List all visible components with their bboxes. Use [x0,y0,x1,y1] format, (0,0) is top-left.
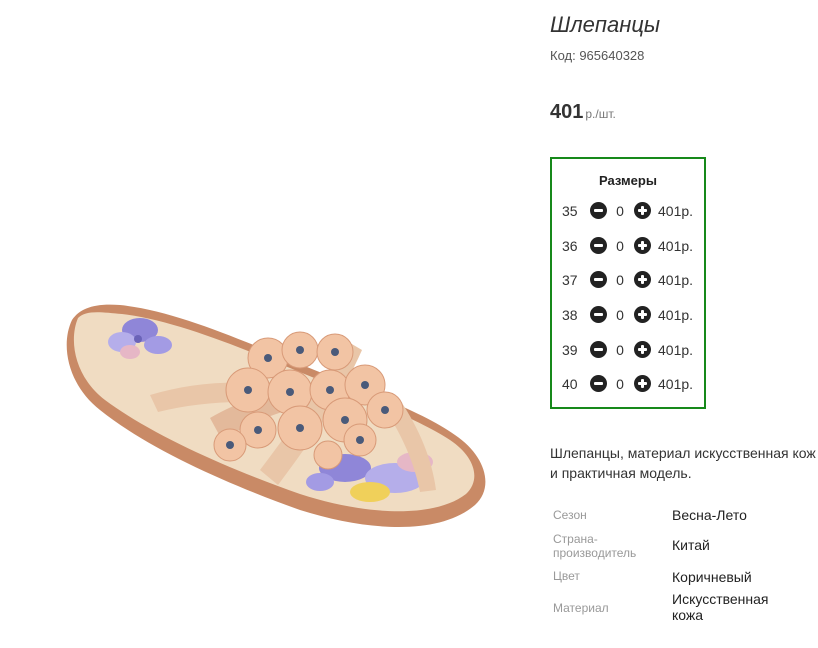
size-row: 37 0 401р. [552,270,704,292]
product-image[interactable] [0,0,540,648]
size-label: 35 [562,203,578,219]
sizes-panel: Размеры 35 0 401р. 36 0 401р. 37 0 401р.… [550,157,706,409]
product-code: Код: 965640328 [550,48,645,63]
description-line: Шлепанцы, материал искусственная кож [550,445,816,461]
spec-value: Искусственная кожа [672,591,769,623]
size-row: 40 0 401р. [552,374,704,396]
product-price: 401 р./шт. [550,101,616,124]
price-value: 401 [550,101,584,123]
spec-key: Сезон [553,508,587,522]
plus-circle-icon[interactable] [634,271,651,288]
plus-circle-icon[interactable] [634,306,651,323]
sandal-illustration [66,304,486,528]
plus-circle-icon[interactable] [634,237,651,254]
price-unit: р./шт. [585,107,616,121]
minus-circle-icon[interactable] [590,306,607,323]
minus-circle-icon[interactable] [590,202,607,219]
plus-circle-icon[interactable] [634,202,651,219]
spec-key: Страна- производитель [553,532,637,560]
product-title: Шлепанцы [550,12,661,37]
size-price: 401р. [658,238,694,254]
size-label: 38 [562,307,578,323]
quantity-value: 0 [616,376,624,392]
minus-circle-icon[interactable] [590,271,607,288]
size-row: 38 0 401р. [552,305,704,327]
size-label: 37 [562,272,578,288]
size-price: 401р. [658,272,694,288]
spec-value: Коричневый [672,569,752,585]
minus-circle-icon[interactable] [590,375,607,392]
plus-circle-icon[interactable] [634,341,651,358]
size-row: 39 0 401р. [552,340,704,362]
quantity-value: 0 [616,342,624,358]
quantity-value: 0 [616,238,624,254]
spec-key: Цвет [553,569,580,583]
product-description: Шлепанцы, материал искусственная кож и п… [550,443,818,483]
sizes-title: Размеры [599,173,657,188]
plus-circle-icon[interactable] [634,375,651,392]
size-row: 36 0 401р. [552,236,704,258]
quantity-value: 0 [616,272,624,288]
quantity-value: 0 [616,307,624,323]
size-row: 35 0 401р. [552,201,704,223]
size-label: 40 [562,376,578,392]
size-price: 401р. [658,307,694,323]
size-price: 401р. [658,376,694,392]
spec-value: Весна-Лето [672,507,747,523]
spec-key: Материал [553,601,609,615]
size-price: 401р. [658,342,694,358]
size-price: 401р. [658,203,694,219]
size-label: 36 [562,238,578,254]
spec-value: Китай [672,537,710,553]
description-line: и практичная модель. [550,465,692,481]
minus-circle-icon[interactable] [590,237,607,254]
quantity-value: 0 [616,203,624,219]
minus-circle-icon[interactable] [590,341,607,358]
size-label: 39 [562,342,578,358]
